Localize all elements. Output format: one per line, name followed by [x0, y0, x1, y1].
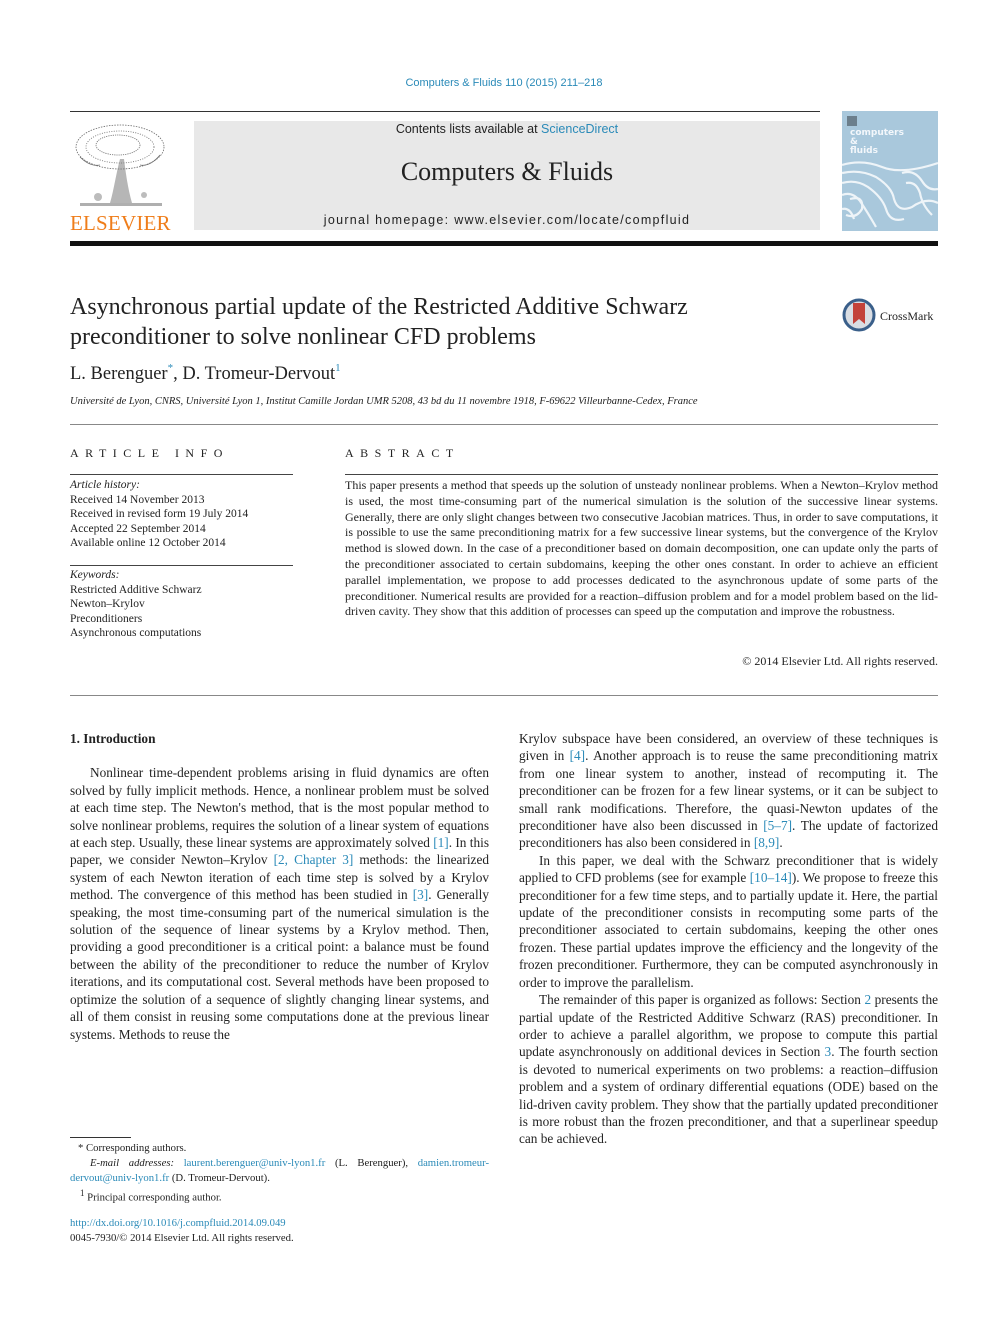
keywords-label: Keywords: [70, 569, 120, 581]
abstract-heading: ABSTRACT [345, 446, 460, 460]
divider [70, 565, 293, 566]
contents-line: Contents lists available at ScienceDirec… [194, 122, 820, 136]
divider [70, 474, 293, 475]
journal-citation[interactable]: Computers & Fluids 110 (2015) 211–218 [0, 77, 992, 89]
history-item: Accepted 22 September 2014 [70, 522, 206, 535]
citation-link[interactable]: [5–7] [763, 818, 792, 833]
keywords: Keywords: Restricted Additive Schwarz Ne… [70, 568, 293, 641]
body-column-right: Krylov subspace have been considered, an… [519, 730, 938, 1148]
issn-copyright: 0045-7930/© 2014 Elsevier Ltd. All right… [70, 1232, 294, 1244]
history-label: Article history: [70, 479, 140, 491]
section-heading: 1. Introduction [70, 731, 156, 746]
journal-cover-thumbnail[interactable]: computers & fluids [842, 111, 938, 231]
email-link[interactable]: laurent.berenguer@univ-lyon1.fr [184, 1157, 326, 1169]
citation-link[interactable]: [4] [570, 748, 586, 763]
email-owner: (L. Berenguer), [334, 1157, 409, 1169]
keyword: Asynchronous computations [70, 627, 202, 639]
journal-homepage-line: journal homepage: www.elsevier.com/locat… [194, 213, 820, 227]
citation-link[interactable]: [3] [413, 887, 429, 902]
affiliation: Université de Lyon, CNRS, Université Lyo… [70, 396, 698, 407]
citation-link[interactable]: 3 [825, 1044, 832, 1059]
doi-block: http://dx.doi.org/10.1016/j.compfluid.20… [70, 1216, 294, 1246]
doi-link[interactable]: http://dx.doi.org/10.1016/j.compfluid.20… [70, 1217, 286, 1229]
footnote-principal: 1 Principal corresponding author. [70, 1186, 489, 1206]
article-history: Article history: Received 14 November 20… [70, 478, 293, 551]
body-paragraph: The remainder of this paper is organized… [519, 992, 939, 1147]
citation-link[interactable]: [2, Chapter 3] [274, 852, 354, 867]
citation-link[interactable]: [8,9] [754, 835, 779, 850]
history-item: Available online 12 October 2014 [70, 537, 226, 549]
article-title: Asynchronous partial update of the Restr… [70, 294, 688, 350]
divider [70, 424, 938, 425]
footnote-text: Principal corresponding author. [87, 1191, 222, 1204]
author-separator: , [173, 364, 183, 384]
contents-prefix: Contents lists available at [395, 122, 542, 136]
author-name[interactable]: D. Tromeur-Dervout [182, 364, 335, 384]
email-label: E-mail addresses: [90, 1157, 175, 1169]
footnote-corresponding: * Corresponding authors. [70, 1141, 489, 1156]
footnote-mark: 1 [80, 1188, 85, 1198]
citation-link[interactable]: 2 [864, 992, 871, 1007]
history-item: Received 14 November 2013 [70, 493, 205, 506]
elsevier-logo[interactable]: ELSEVIER [70, 119, 174, 235]
homepage-prefix: journal homepage: [323, 213, 455, 227]
homepage-url[interactable]: www.elsevier.com/locate/compfluid [454, 213, 690, 227]
footnote-text: Corresponding authors. [86, 1142, 187, 1154]
keyword: Newton–Krylov [70, 598, 145, 610]
body-column-left: 1. Introduction Nonlinear time-dependent… [70, 730, 489, 1043]
footnote-emails: E-mail addresses: laurent.berenguer@univ… [70, 1156, 489, 1186]
sciencedirect-link[interactable]: ScienceDirect [541, 122, 618, 136]
keyword: Restricted Additive Schwarz [70, 583, 202, 596]
history-item: Received in revised form 19 July 2014 [70, 508, 249, 520]
elsevier-wordmark: ELSEVIER [70, 211, 171, 235]
divider [345, 474, 938, 475]
citation-link[interactable]: [10–14] [750, 870, 792, 885]
citation-link[interactable]: [1] [433, 835, 449, 850]
keyword: Preconditioners [70, 612, 143, 625]
body-paragraph: In this paper, we deal with the Schwarz … [519, 852, 938, 990]
crossmark-icon [842, 298, 876, 332]
header-bottom-rule [70, 241, 938, 246]
author-list: L. Berenguer*, D. Tromeur-Dervout1 [70, 362, 341, 385]
header-top-rule [70, 111, 820, 112]
article-info-heading: ARTICLE INFO [70, 446, 229, 460]
footnote-mark: * [78, 1142, 84, 1154]
body-paragraph: Nonlinear time-dependent problems arisin… [70, 765, 490, 1042]
journal-name: Computers & Fluids [400, 157, 614, 186]
footnote-rule [70, 1137, 131, 1138]
crossmark-label: CrossMark [880, 309, 934, 323]
abstract-text: This paper presents a method that speeds… [345, 478, 938, 619]
divider [70, 695, 938, 696]
cover-wave-pattern-icon [842, 161, 938, 228]
footnotes: * Corresponding authors. E-mail addresse… [70, 1141, 489, 1206]
crossmark-badge[interactable]: CrossMark [842, 297, 942, 335]
journal-header-banner: Contents lists available at ScienceDirec… [194, 121, 820, 230]
author-name[interactable]: L. Berenguer [70, 364, 168, 384]
abstract-copyright: © 2014 Elsevier Ltd. All rights reserved… [742, 654, 938, 668]
body-paragraph: Krylov subspace have been considered, an… [519, 731, 938, 851]
author-footnote-mark[interactable]: 1 [335, 362, 341, 374]
email-owner: (D. Tromeur-Dervout). [171, 1172, 270, 1184]
elsevier-tree-icon [75, 124, 165, 206]
